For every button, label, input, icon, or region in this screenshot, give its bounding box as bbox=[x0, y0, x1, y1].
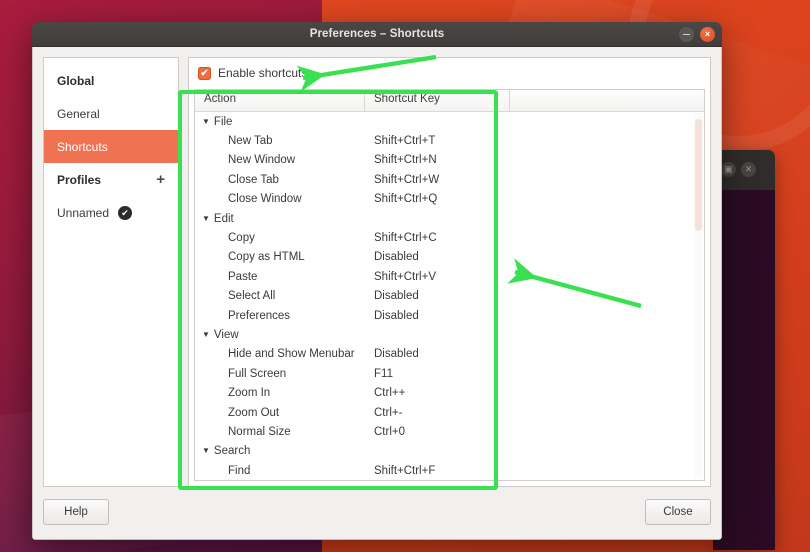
cell-shortcut-key[interactable]: Shift+Ctrl+W bbox=[365, 174, 510, 186]
expander-triangle-icon[interactable]: ▼ bbox=[202, 214, 210, 223]
table-row[interactable]: Close Tab Shift+Ctrl+W bbox=[195, 170, 704, 189]
cell-shortcut-key[interactable]: Shift+Ctrl+T bbox=[365, 135, 510, 147]
table-row[interactable]: Normal Size Ctrl+0 bbox=[195, 422, 704, 441]
table-row[interactable]: Preferences Disabled bbox=[195, 306, 704, 325]
cell-action: Normal Size bbox=[228, 425, 291, 438]
sidebar-item-label: General bbox=[57, 106, 100, 121]
cell-shortcut-key[interactable]: Shift+Ctrl+Q bbox=[365, 193, 510, 205]
cell-action: Close Window bbox=[228, 193, 302, 206]
shortcuts-table-scrollbar[interactable] bbox=[694, 113, 703, 479]
dialog-body: Global General Shortcuts Profiles + Unna… bbox=[32, 47, 722, 540]
table-group-row[interactable]: ▼ File bbox=[195, 112, 704, 131]
cell-action: New Window bbox=[228, 154, 296, 167]
table-row[interactable]: New Tab Shift+Ctrl+T bbox=[195, 131, 704, 150]
cell-action: Copy bbox=[228, 232, 255, 245]
enable-shortcuts-row[interactable]: ✔ Enable shortcuts bbox=[189, 58, 710, 88]
cell-shortcut-key[interactable]: Shift+Ctrl+F bbox=[365, 465, 510, 477]
cell-shortcut-key[interactable]: Disabled bbox=[365, 251, 510, 263]
cell-shortcut-key[interactable]: F11 bbox=[365, 368, 510, 380]
help-button[interactable]: Help bbox=[43, 499, 109, 525]
sidebar-item-shortcuts[interactable]: Shortcuts bbox=[44, 130, 178, 163]
sidebar-item-global: Global bbox=[44, 64, 178, 97]
table-row[interactable]: Zoom In Ctrl++ bbox=[195, 383, 704, 402]
table-row[interactable]: Zoom Out Ctrl+- bbox=[195, 403, 704, 422]
column-header-action[interactable]: Action bbox=[195, 90, 365, 111]
table-group-row[interactable]: ▼ Edit bbox=[195, 209, 704, 228]
table-row[interactable]: Paste Shift+Ctrl+V bbox=[195, 267, 704, 286]
dialog-footer: Help Close bbox=[43, 499, 711, 527]
minimize-icon bbox=[683, 33, 690, 36]
preferences-dialog: Preferences – Shortcuts × Global General… bbox=[32, 22, 722, 540]
cell-action: New Tab bbox=[228, 135, 273, 148]
table-row[interactable]: Find Shift+Ctrl+F bbox=[195, 461, 704, 480]
sidebar-item-general[interactable]: General bbox=[44, 97, 178, 130]
table-row[interactable]: Hide and Show Menubar Disabled bbox=[195, 345, 704, 364]
shortcuts-table-header: Action Shortcut Key bbox=[195, 90, 704, 112]
cell-action: Zoom Out bbox=[228, 406, 280, 419]
table-row[interactable]: Copy as HTML Disabled bbox=[195, 248, 704, 267]
cell-action: ▼ File bbox=[202, 115, 233, 128]
close-window-button[interactable]: × bbox=[700, 27, 715, 42]
cell-action: Full Screen bbox=[228, 367, 287, 380]
cell-action: ▼ Search bbox=[202, 445, 251, 458]
cell-shortcut-key[interactable]: Ctrl+- bbox=[365, 407, 510, 419]
shortcuts-table: Action Shortcut Key ▼ File New Tab Shift+Ct… bbox=[194, 89, 705, 481]
expander-triangle-icon[interactable]: ▼ bbox=[202, 117, 210, 126]
cell-shortcut-key[interactable]: Disabled bbox=[365, 310, 510, 322]
cell-action: Close Tab bbox=[228, 173, 279, 186]
background-terminal-close-icon[interactable]: ✕ bbox=[741, 162, 756, 177]
table-row[interactable]: Select All Disabled bbox=[195, 287, 704, 306]
cell-action: ▼ Edit bbox=[202, 212, 234, 225]
sidebar-item-label: Shortcuts bbox=[57, 139, 108, 154]
background-terminal-maximize-icon[interactable]: ▣ bbox=[721, 162, 736, 177]
cell-shortcut-key[interactable]: Shift+Ctrl+C bbox=[365, 232, 510, 244]
dialog-titlebar[interactable]: Preferences – Shortcuts × bbox=[32, 22, 722, 47]
close-button[interactable]: Close bbox=[645, 499, 711, 525]
sidebar-item-label: Unnamed bbox=[57, 205, 110, 220]
table-row[interactable]: New Window Shift+Ctrl+N bbox=[195, 151, 704, 170]
table-row[interactable]: Close Window Shift+Ctrl+Q bbox=[195, 190, 704, 209]
table-row[interactable]: Copy Shift+Ctrl+C bbox=[195, 228, 704, 247]
cell-shortcut-key[interactable]: Shift+Ctrl+V bbox=[365, 271, 510, 283]
expander-triangle-icon[interactable]: ▼ bbox=[202, 446, 210, 455]
cell-shortcut-key[interactable]: Disabled bbox=[365, 348, 510, 360]
cell-shortcut-key[interactable]: Disabled bbox=[365, 290, 510, 302]
table-group-row[interactable]: ▼ View bbox=[195, 325, 704, 344]
scrollbar-thumb[interactable] bbox=[695, 119, 702, 231]
sidebar-item-profiles: Profiles + bbox=[44, 163, 178, 196]
cell-shortcut-key[interactable]: Shift+Ctrl+N bbox=[365, 154, 510, 166]
dialog-content: Global General Shortcuts Profiles + Unna… bbox=[43, 57, 711, 487]
sidebar-item-label: Global bbox=[57, 73, 95, 88]
enable-shortcuts-label: Enable shortcuts bbox=[218, 66, 308, 80]
cell-action: Preferences bbox=[228, 309, 291, 322]
preferences-sidebar: Global General Shortcuts Profiles + Unna… bbox=[43, 57, 179, 487]
column-header-shortcut-key[interactable]: Shortcut Key bbox=[365, 90, 510, 111]
default-profile-check-icon: ✔ bbox=[118, 205, 133, 220]
cell-action: Select All bbox=[228, 290, 276, 303]
add-profile-button[interactable]: + bbox=[156, 172, 165, 187]
table-group-row[interactable]: ▼ Search bbox=[195, 442, 704, 461]
sidebar-item-unnamed-profile[interactable]: Unnamed ✔ bbox=[44, 196, 178, 229]
shortcuts-table-body: ▼ File New Tab Shift+Ctrl+T New Window Shift+… bbox=[195, 112, 704, 480]
sidebar-item-label: Profiles bbox=[57, 172, 102, 187]
cell-action: Hide and Show Menubar bbox=[228, 348, 355, 361]
background-terminal-titlebar: ▣ ✕ bbox=[713, 150, 775, 190]
cell-action: Copy as HTML bbox=[228, 251, 305, 264]
dialog-title: Preferences – Shortcuts bbox=[309, 28, 445, 40]
enable-shortcuts-checkbox[interactable]: ✔ bbox=[198, 66, 211, 80]
background-terminal-window[interactable]: ▣ ✕ bbox=[713, 150, 775, 550]
cell-shortcut-key[interactable]: Ctrl++ bbox=[365, 387, 510, 399]
column-header-empty[interactable] bbox=[510, 90, 704, 111]
cell-action: ▼ View bbox=[202, 328, 239, 341]
cell-shortcut-key[interactable]: Ctrl+0 bbox=[365, 426, 510, 438]
cell-action: Paste bbox=[228, 270, 258, 283]
table-row[interactable]: Full Screen F11 bbox=[195, 364, 704, 383]
cell-action: Zoom In bbox=[228, 387, 271, 400]
cell-action: Find bbox=[228, 464, 251, 477]
background-terminal-body bbox=[713, 190, 775, 550]
minimize-button[interactable] bbox=[679, 27, 694, 42]
shortcuts-panel: ✔ Enable shortcuts Action Shortcut Key ▼… bbox=[188, 57, 711, 487]
expander-triangle-icon[interactable]: ▼ bbox=[202, 330, 210, 339]
